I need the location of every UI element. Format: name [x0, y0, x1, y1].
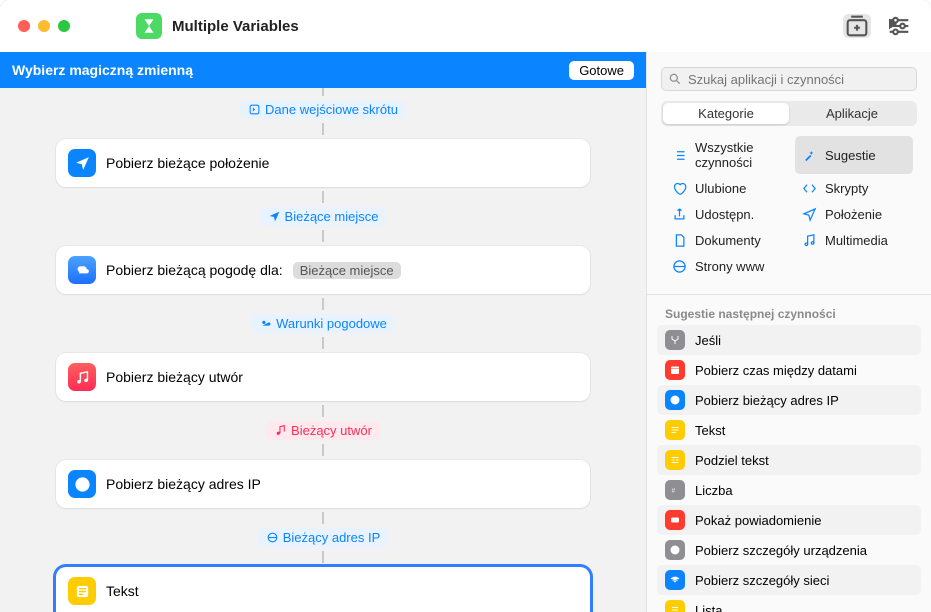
globe-icon — [665, 390, 685, 410]
token-current-location[interactable]: Bieżące miejsce — [260, 207, 387, 226]
weather-icon — [68, 256, 96, 284]
window-controls — [18, 20, 70, 32]
titlebar: Multiple Variables — [0, 0, 931, 52]
cat-location[interactable]: Położenie — [795, 202, 913, 226]
workflow-canvas: Dane wejściowe skrótu Pobierz bieżące po… — [0, 88, 646, 612]
search-field-wrap — [661, 67, 917, 91]
magic-variable-prompt: Wybierz magiczną zmienną — [12, 62, 193, 78]
media-icon — [801, 232, 817, 248]
cat-scripts[interactable]: Skrypty — [795, 176, 913, 200]
seg-categories[interactable]: Kategorie — [663, 103, 789, 124]
suggestions-header: Sugestie następnej czynności — [647, 301, 931, 325]
cat-media[interactable]: Multimedia — [795, 228, 913, 252]
location-arrow-icon — [68, 149, 96, 177]
sugg-item[interactable]: Pobierz bieżący adres IP — [657, 385, 921, 415]
calendar-icon — [665, 360, 685, 380]
cat-favorites[interactable]: Ulubione — [665, 176, 783, 200]
search-input[interactable] — [661, 67, 917, 91]
settings-toggle[interactable] — [885, 14, 913, 38]
list-icon — [671, 147, 687, 163]
close-window[interactable] — [18, 20, 30, 32]
sugg-item[interactable]: Pobierz szczegóły urządzenia — [657, 535, 921, 565]
sidebar-toolbar — [843, 14, 913, 38]
segment-control[interactable]: Kategorie Aplikacje — [661, 101, 917, 126]
if-icon — [665, 330, 685, 350]
sugg-item[interactable]: Jeśli — [657, 325, 921, 355]
sugg-item[interactable]: Pokaż powiadomienie — [657, 505, 921, 535]
svg-text:#: # — [672, 488, 676, 495]
cat-web[interactable]: Strony www — [665, 254, 783, 278]
cat-documents[interactable]: Dokumenty — [665, 228, 783, 252]
zoom-window[interactable] — [58, 20, 70, 32]
share-icon — [671, 206, 687, 222]
sugg-item[interactable]: Pobierz czas między datami — [657, 355, 921, 385]
text-icon — [665, 420, 685, 440]
split-text-icon — [665, 450, 685, 470]
globe-icon — [68, 470, 96, 498]
action-get-weather[interactable]: Pobierz bieżącą pogodę dla: Bieżące miej… — [56, 246, 590, 294]
notification-icon — [665, 510, 685, 530]
cat-all[interactable]: Wszystkie czynności — [665, 136, 783, 174]
wifi-icon — [665, 570, 685, 590]
token-shortcut-input[interactable]: Dane wejściowe skrótu — [240, 100, 406, 119]
wand-icon — [801, 147, 817, 163]
minimize-window[interactable] — [38, 20, 50, 32]
action-get-location[interactable]: Pobierz bieżące położenie — [56, 139, 590, 187]
cat-share[interactable]: Udostępn. — [665, 202, 783, 226]
library-sidebar: Kategorie Aplikacje Wszystkie czynności … — [646, 52, 931, 612]
document-icon — [671, 232, 687, 248]
script-icon — [801, 180, 817, 196]
sugg-item[interactable]: Podziel tekst — [657, 445, 921, 475]
weather-location-param[interactable]: Bieżące miejsce — [293, 262, 401, 279]
web-icon — [671, 258, 687, 274]
shortcut-icon — [136, 13, 162, 39]
seg-apps[interactable]: Aplikacje — [789, 103, 915, 124]
token-weather[interactable]: Warunki pogodowe — [251, 314, 395, 333]
device-icon — [665, 540, 685, 560]
search-icon — [668, 72, 682, 86]
music-icon — [68, 363, 96, 391]
sugg-item[interactable]: #Liczba — [657, 475, 921, 505]
magic-variable-bar: Wybierz magiczną zmienną Gotowe — [0, 52, 646, 88]
window-title: Multiple Variables — [172, 18, 299, 35]
heart-icon — [671, 180, 687, 196]
action-get-song[interactable]: Pobierz bieżący utwór — [56, 353, 590, 401]
library-toggle[interactable] — [843, 14, 871, 38]
sugg-item[interactable]: Pobierz szczegóły sieci — [657, 565, 921, 595]
sugg-item[interactable]: Tekst — [657, 415, 921, 445]
sugg-item[interactable]: Lista — [657, 595, 921, 612]
number-icon: # — [665, 480, 685, 500]
suggestions-list: Jeśli Pobierz czas między datami Pobierz… — [647, 325, 931, 612]
action-get-ip[interactable]: Pobierz bieżący adres IP — [56, 460, 590, 508]
done-button[interactable]: Gotowe — [569, 61, 634, 80]
category-grid: Wszystkie czynności Sugestie Ulubione Sk… — [647, 136, 931, 288]
list-icon — [665, 600, 685, 612]
editor-pane: Wybierz magiczną zmienną Gotowe Dane wej… — [0, 52, 646, 612]
location-icon — [801, 206, 817, 222]
action-text[interactable]: Tekst Tekst — [56, 567, 590, 612]
text-icon — [68, 577, 96, 605]
token-current-ip[interactable]: Bieżący adres IP — [258, 528, 389, 547]
token-current-song[interactable]: Bieżący utwór — [266, 421, 380, 440]
cat-suggestions[interactable]: Sugestie — [795, 136, 913, 174]
